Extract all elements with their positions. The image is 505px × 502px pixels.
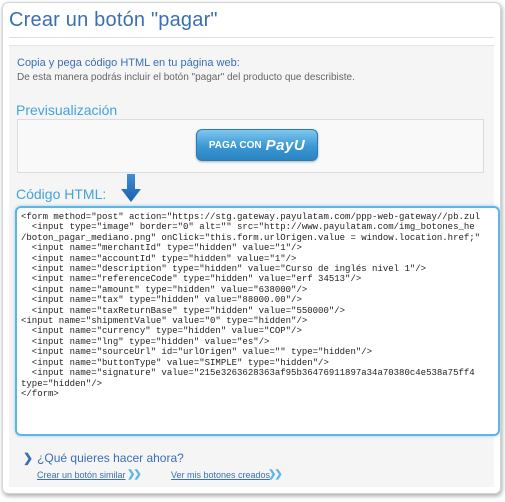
code-line: <input name="sourceUrl" id="urlOrigen" v… [21, 347, 373, 358]
code-line: <input name="taxReturnBase" type="hidden… [21, 305, 346, 316]
code-line: <input name="merchantId" type="hidden" v… [21, 243, 302, 254]
code-line: <input name="referenceCode" type="hidden… [21, 274, 362, 285]
double-chevron-right-icon: ❯❯ [268, 469, 283, 480]
next-question: ❯ ¿Qué quieres hacer ahora? [23, 451, 184, 465]
title-divider [9, 37, 494, 38]
view-my-buttons-link[interactable]: Ver mis botones creados [171, 470, 270, 480]
html-code-box[interactable]: <form method="post" action="https://stg.… [15, 206, 500, 436]
page-frame: Crear un botón "pagar" Copia y pega códi… [2, 2, 501, 494]
code-line: type="hidden"/> [21, 378, 103, 389]
code-title: Código HTML: [16, 186, 107, 202]
code-line: /boton_pagar_mediano.png" onClick="this.… [21, 232, 481, 243]
create-similar-button-link[interactable]: Crear un botón similar [37, 470, 126, 480]
code-line: <input name="accountId" type="hidden" va… [21, 253, 297, 264]
code-line: <input name="shipmentValue" value="0" ty… [21, 316, 308, 327]
code-line: <input name="description" type="hidden" … [21, 264, 427, 275]
code-line: <input type="image" border="0" alt="" sr… [21, 222, 475, 233]
payu-logo: PayU [265, 136, 306, 154]
code-line: <input name="currency" type="hidden" val… [21, 326, 302, 337]
code-line: <input name="buttonType" value="SIMPLE" … [21, 357, 329, 368]
code-line: <input name="lng" type="hidden" value="e… [21, 336, 270, 347]
intro-subtext: De esta manera podrás incluir el botón "… [17, 72, 355, 83]
code-line: <input name="amount" type="hidden" value… [21, 284, 308, 295]
chevron-right-icon: ❯ [23, 451, 34, 465]
code-line: <input name="signature" value="215e32636… [21, 368, 475, 379]
code-line: </form> [21, 388, 59, 399]
pay-button-label: PAGA CON [208, 139, 262, 151]
pay-with-payu-button[interactable]: PAGA CON PayU [196, 129, 318, 161]
double-chevron-right-icon: ❯❯ [127, 469, 142, 480]
page-title: Crear un botón "pagar" [9, 9, 218, 31]
next-question-text: ¿Qué quieres hacer ahora? [37, 451, 184, 465]
preview-title: Previsualización [16, 102, 118, 118]
code-line: <input name="tax" type="hidden" value="8… [21, 295, 302, 306]
intro-heading: Copia y pega código HTML en tu página we… [17, 57, 240, 69]
code-line: <form method="post" action="https://stg.… [21, 212, 481, 222]
preview-box: PAGA CON PayU [17, 119, 484, 173]
content-panel: Copia y pega código HTML en tu página we… [9, 45, 500, 487]
arrow-down-icon [121, 174, 141, 202]
html-code-text[interactable]: <form method="post" action="https://stg.… [21, 212, 498, 434]
